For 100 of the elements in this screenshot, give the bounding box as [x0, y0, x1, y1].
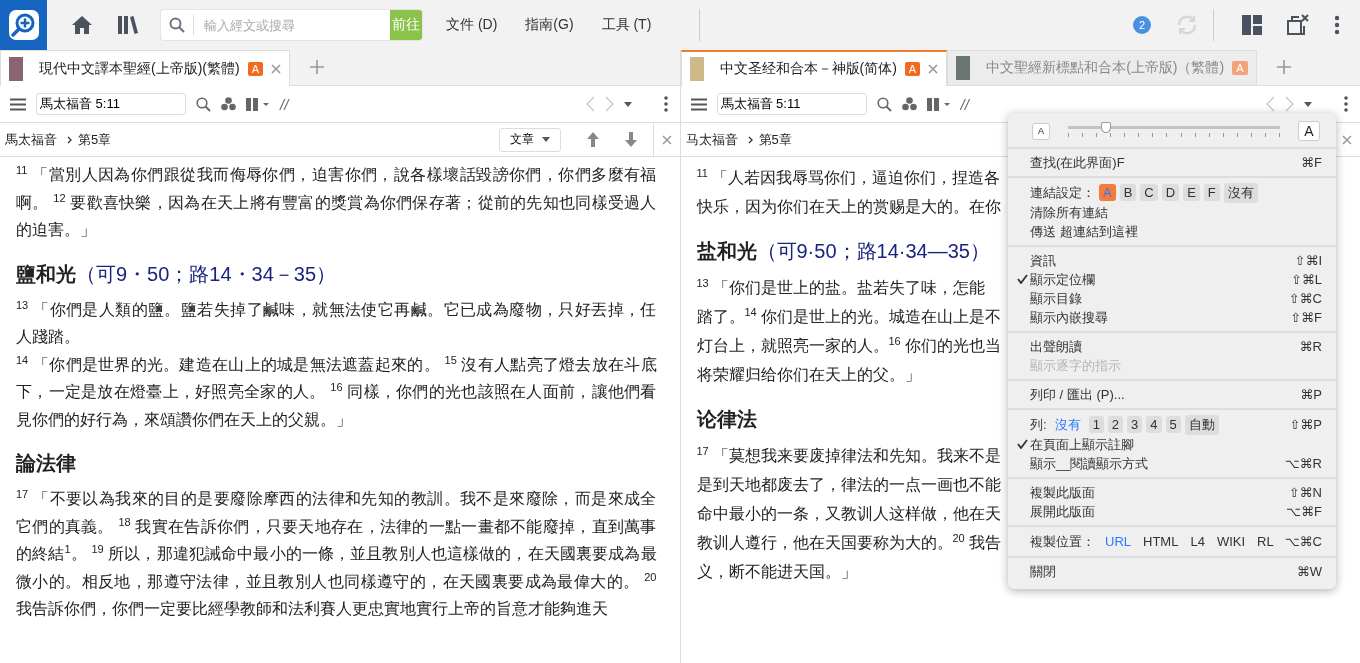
checkmark-icon	[1017, 439, 1028, 449]
menu-item[interactable]: 顯示目錄 ⇧⌘C	[1008, 289, 1336, 308]
column-chip[interactable]: 3	[1127, 416, 1143, 433]
more-icon[interactable]	[1334, 15, 1340, 35]
menu-item[interactable]: 清除所有連結	[1008, 203, 1336, 222]
slider-thumb[interactable]	[1101, 122, 1112, 133]
verse-text: 命中最小的一条，又教训人这样做，他在天	[696, 505, 1001, 522]
chevron-icon	[67, 135, 72, 144]
parallel-button[interactable]: //	[960, 95, 969, 113]
column-chip[interactable]: 1	[1088, 416, 1104, 433]
close-icon[interactable]	[928, 64, 939, 74]
menu-item[interactable]: 資訊 ⇧⌘I	[1008, 251, 1336, 270]
arrow-down-icon[interactable]	[624, 132, 637, 147]
library-icon[interactable]	[117, 15, 139, 35]
menu-item[interactable]: 出聲朗讀 ⌘R	[1008, 337, 1336, 356]
more-icon[interactable]	[663, 96, 668, 112]
link-set-chip[interactable]: 沒有	[1223, 182, 1258, 203]
verse-paragraph: $^{14}$ 「你們是世界的光。建造在山上的城是無法遮蓋起來的。 $^{15}$ 沒有人點亮了燈去放在斗底下，一定是放在燈臺上，好照亮全家的人。 $^{16}$ 同樣，你們的光也該照在人面前，讓他們看見你們的好行為，來頌讚你們在天上的父親。」	[16, 352, 657, 430]
search-field[interactable]: 輸入經文或搜尋	[193, 15, 390, 35]
breadcrumb-link[interactable]: 马太福音	[685, 130, 738, 149]
menu-button[interactable]: 工具 (T)	[597, 16, 656, 34]
column-chip[interactable]: 5	[1165, 416, 1181, 433]
column-chip[interactable]: 自動	[1184, 414, 1219, 435]
arrow-up-icon[interactable]	[586, 132, 599, 147]
menu-button[interactable]: 文件 (D)	[442, 16, 502, 34]
caret-icon[interactable]	[623, 101, 632, 107]
font-size-slider[interactable]	[1068, 122, 1280, 140]
menu-item[interactable]: 關閉 ⌘W	[1008, 562, 1336, 581]
larger-font-button[interactable]: A	[1298, 121, 1320, 141]
menu-item[interactable]: 展開此版面 ⌥⌘F	[1008, 502, 1336, 521]
copy-format-link[interactable]: L4	[1190, 534, 1205, 549]
menu-button[interactable]: 指南(G)	[521, 16, 578, 34]
more-icon[interactable]	[1344, 96, 1348, 112]
breadcrumb-link[interactable]: 第5章	[78, 130, 112, 149]
link-set-chip[interactable]: D	[1161, 184, 1180, 201]
close-icon[interactable]	[661, 134, 672, 145]
search-icon	[169, 17, 185, 33]
search-icon[interactable]	[876, 96, 892, 112]
copy-format-link[interactable]: RL	[1257, 534, 1274, 549]
close-icon[interactable]	[271, 63, 281, 74]
menu-item[interactable]: 傳送 超連結到這裡	[1008, 222, 1336, 241]
verse-text: $^{11}$ 「人若因我辱骂你们，逼迫你们，捏造各	[696, 169, 1001, 186]
menu-icon[interactable]	[10, 97, 26, 111]
view-dropdown[interactable]: 文章	[498, 127, 561, 152]
menu-item[interactable]: 顯示內嵌搜尋 ⇧⌘F	[1008, 308, 1336, 327]
chevron-icon	[747, 135, 753, 144]
cross-reference-link[interactable]: （可9・50；路14・34－35）	[76, 262, 337, 285]
verse-paragraph: $^{11}$ 「當別人因為你們跟從我而侮辱你們，迫害你們，說各樣壞話毀謗你們，你們多麼有福啊。 $^{12}$ 要歡喜快樂，因為在天上將有豐富的獎賞為你們保存著；從前的先知也同樣受過人的迫害。」	[16, 162, 657, 240]
verse-paragraph: $^{13}$ 「你們是人類的鹽。鹽若失掉了鹹味，就無法使它再鹹。它已成為廢物，只好丟掉，任人踐踏。	[16, 297, 657, 347]
section-heading: 鹽和光	[16, 262, 76, 285]
link-badge: A	[1232, 61, 1248, 75]
menu-item[interactable]: 查找(在此界面)F ⌘F	[1008, 153, 1336, 172]
menu-item[interactable]: 顯示定位欄 ⇧⌘L	[1008, 270, 1336, 289]
shortcut-label: ⇧⌘P	[1289, 417, 1322, 432]
link-badge: A	[247, 61, 263, 76]
document-tab[interactable]: 中文圣经和合本－神版(简体) A	[680, 50, 948, 86]
home-icon[interactable]	[71, 15, 93, 35]
close-windows-icon[interactable]	[1286, 13, 1310, 37]
verse-text: 义，断不能进天国。」	[696, 563, 857, 580]
menu-item[interactable]: 在頁面上顯示註腳	[1008, 435, 1336, 454]
caret-icon[interactable]	[1304, 101, 1312, 107]
cluster-icon[interactable]	[221, 97, 236, 111]
menu-item[interactable]: 列印 / 匯出 (P)... ⌘P	[1008, 385, 1336, 404]
link-set-chip[interactable]: C	[1140, 184, 1158, 201]
link-set-chip[interactable]: B	[1119, 184, 1137, 201]
verse-text: $^{13}$ 「你们是世上的盐。盐若失了味，怎能	[696, 279, 986, 296]
breadcrumb-link[interactable]: 第5章	[758, 130, 792, 149]
section-heading: 盐和光	[696, 240, 757, 262]
verse-text: $^{17}$ 「莫想我来要废掉律法和先知。我来不是	[696, 447, 1002, 464]
copy-format-link[interactable]: WIKI	[1216, 534, 1246, 549]
search-icon[interactable]	[196, 96, 211, 112]
menu-item[interactable]: 複製此版面 ⇧⌘N	[1008, 483, 1336, 502]
caret-icon	[541, 137, 550, 142]
columns-icon[interactable]	[246, 97, 270, 111]
cluster-icon[interactable]	[901, 97, 917, 111]
column-chip[interactable]: 2	[1107, 416, 1124, 433]
menu-item[interactable]: 顯示__閱讀顯示方式 ⌥⌘R	[1008, 454, 1336, 473]
cross-reference-link[interactable]: （可9·50；路14·34—35）	[756, 240, 990, 262]
verse-text: 教训人遵行，他在天国要称为大的。$^{20}$ 我告	[696, 534, 1002, 551]
menu-label: 複製位置：	[1030, 532, 1095, 551]
copy-format-link[interactable]: HTML	[1143, 534, 1179, 549]
menu-icon[interactable]	[690, 97, 707, 111]
link-badge: A	[904, 62, 921, 76]
link-set-chip[interactable]: E	[1183, 184, 1200, 201]
link-set-chip[interactable]: F	[1203, 184, 1220, 201]
verse-paragraph: $^{17}$ 「不要以為我來的目的是要廢除摩西的法律和先知的教訓。我不是來廢除，而是來成全它們的真義。 $^{18}$ 我實在告訴你們，只要天地存在，法律的一點一畫都不能廢掉，直到萬事的終結$^{1}$。 $^{19}$ 所以，那違犯誡命中最小的一條，並且教別人也這樣做的，在天國裏要成為最微小的。相反地，那遵守法律，並且教別人也同樣遵守的，在天國裏要成為最偉大的。 $^{20}$ 我告訴你們，你們一定要比經學教師和法利賽人更忠實地實行上帝的旨意才能夠進天	[16, 486, 657, 619]
reference-field[interactable]: 馬太福音 5:11	[36, 93, 186, 115]
column-chip[interactable]: 4	[1146, 416, 1162, 433]
shortcut-label: ⌥⌘C	[1284, 534, 1322, 549]
parallel-button[interactable]: //	[280, 95, 289, 113]
smaller-font-button[interactable]: A	[1032, 122, 1050, 140]
tab-title: 中文圣经和合本－神版(简体)	[719, 60, 897, 78]
reference-field[interactable]: 馬太福音 5:11	[716, 93, 867, 115]
close-icon[interactable]	[1342, 134, 1352, 145]
document-tab[interactable]: 現代中文譯本聖經(上帝版)(繁體) A	[0, 50, 290, 86]
app-logo[interactable]	[0, 0, 47, 50]
columns-icon[interactable]	[926, 97, 951, 111]
layout-icon[interactable]	[1242, 15, 1262, 35]
column-chip[interactable]: 沒有	[1050, 414, 1085, 435]
breadcrumb-link[interactable]: 馬太福音	[5, 130, 57, 149]
